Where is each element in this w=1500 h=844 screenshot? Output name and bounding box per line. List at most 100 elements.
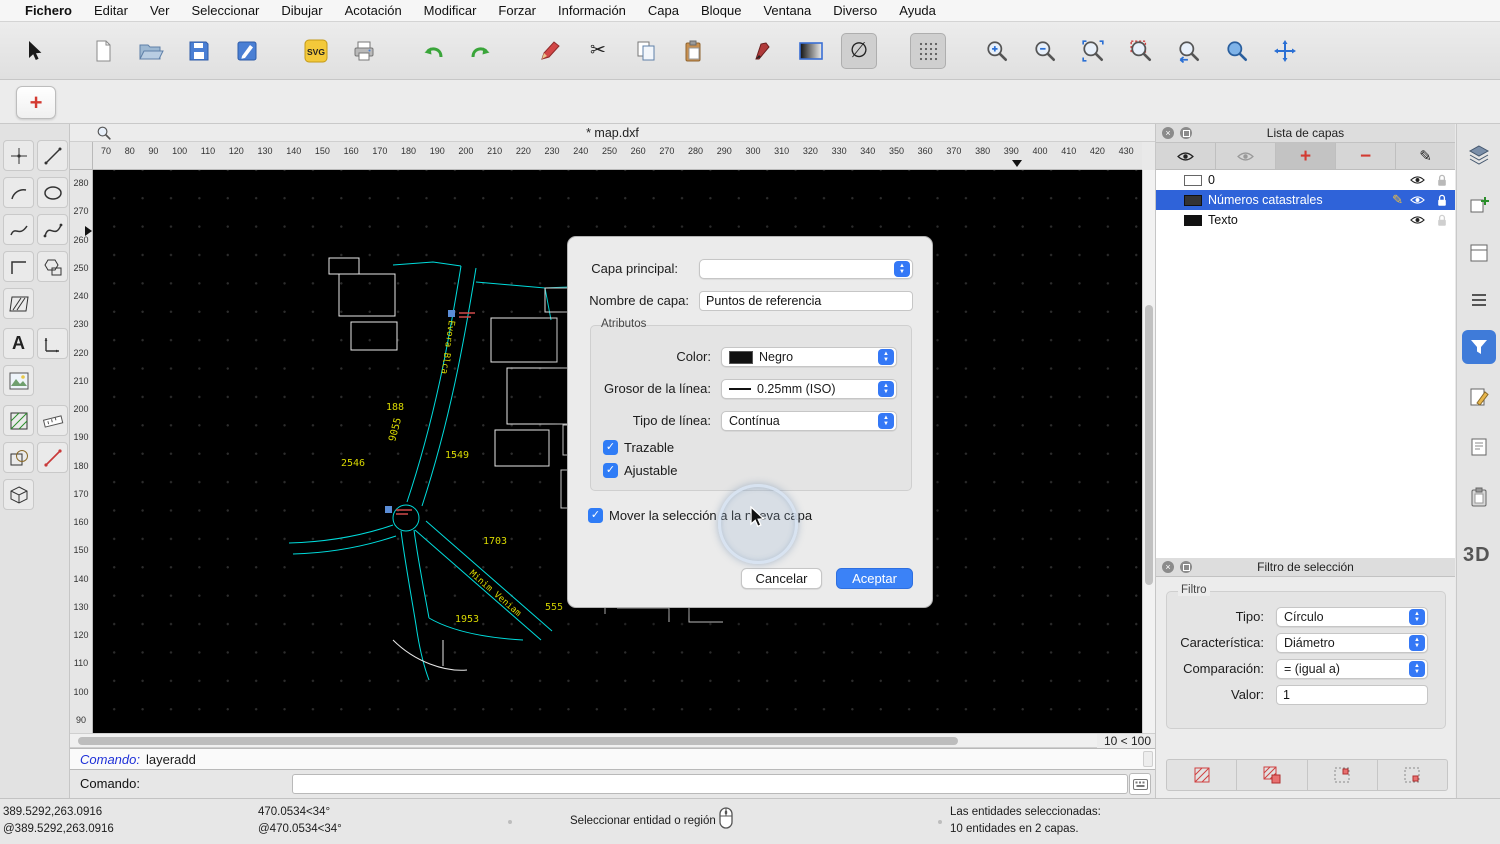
ellipse-tool[interactable] xyxy=(37,177,68,208)
filter-property-dropdown[interactable]: Diámetro ▲▼ xyxy=(1276,633,1428,653)
window-zoom-button[interactable] xyxy=(1219,33,1255,69)
filter-value-input[interactable] xyxy=(1276,685,1428,705)
menu-item[interactable]: Capa xyxy=(637,3,690,18)
layer-name-input[interactable] xyxy=(699,291,913,311)
view-list-panel-button[interactable] xyxy=(1462,236,1496,270)
text-panel-button[interactable] xyxy=(1462,430,1496,464)
redo-button[interactable] xyxy=(463,33,499,69)
command-history-scrollbar[interactable] xyxy=(1143,751,1153,767)
linetype-dropdown[interactable]: Contínua ▲▼ xyxy=(721,411,897,431)
select-tool-button[interactable] xyxy=(16,33,52,69)
layer-lock-toggle[interactable] xyxy=(1437,174,1447,187)
open-file-button[interactable] xyxy=(133,33,169,69)
ajustable-checkbox[interactable]: ✓ xyxy=(603,463,618,478)
arc-tool[interactable] xyxy=(3,177,34,208)
keyboard-toggle-button[interactable] xyxy=(1129,773,1151,795)
menu-item[interactable]: Forzar xyxy=(487,3,547,18)
menu-item[interactable]: Acotación xyxy=(334,3,413,18)
color-dropdown[interactable]: Negro ▲▼ xyxy=(721,347,897,367)
lineweight-dropdown[interactable]: 0.25mm (ISO) ▲▼ xyxy=(721,379,897,399)
undo-button[interactable] xyxy=(415,33,451,69)
pan-button[interactable] xyxy=(1267,33,1303,69)
menu-item[interactable]: Ayuda xyxy=(888,3,947,18)
layer-lock-toggle[interactable] xyxy=(1437,214,1447,227)
remove-filtered-from-selection-button[interactable] xyxy=(1378,760,1447,790)
main-layer-dropdown[interactable]: ▲▼ xyxy=(699,259,913,279)
cut-button[interactable]: ✂ xyxy=(580,33,616,69)
menu-item[interactable]: Seleccionar xyxy=(180,3,270,18)
canvas-vertical-scrollbar[interactable] xyxy=(1142,170,1155,733)
move-selection-checkbox[interactable]: ✓ xyxy=(588,508,603,523)
selection-filter-panel-button[interactable] xyxy=(1462,330,1496,364)
invert-selection-button[interactable] xyxy=(793,33,829,69)
scrollbar-thumb[interactable] xyxy=(1145,305,1153,585)
zoom-selection-button[interactable] xyxy=(1123,33,1159,69)
select-filtered-button[interactable] xyxy=(1167,760,1237,790)
spline-tool[interactable] xyxy=(37,214,68,245)
layer-lock-toggle[interactable] xyxy=(1437,194,1447,207)
cancel-button[interactable]: Cancelar xyxy=(741,568,822,589)
hide-all-layers-button[interactable] xyxy=(1216,143,1276,169)
select-filtered-window-button[interactable] xyxy=(1237,760,1307,790)
filter-comparison-dropdown[interactable]: = (igual a) ▲▼ xyxy=(1276,659,1428,679)
add-layer-button[interactable]: + xyxy=(1276,143,1336,169)
pen-tool-button[interactable] xyxy=(745,33,781,69)
menu-item[interactable]: Información xyxy=(547,3,637,18)
layer-visibility-toggle[interactable] xyxy=(1410,175,1425,185)
canvas-horizontal-scrollbar[interactable] xyxy=(70,733,1097,748)
measure-distance-tool[interactable] xyxy=(37,442,68,473)
previous-view-button[interactable] xyxy=(1171,33,1207,69)
clipboard-panel-button[interactable] xyxy=(1462,480,1496,514)
polygon-tool[interactable] xyxy=(37,251,68,282)
menu-item[interactable]: Fichero xyxy=(14,3,83,18)
text-tool[interactable]: A xyxy=(3,328,34,359)
layer-list-panel-button[interactable] xyxy=(1462,138,1496,172)
scrollbar-thumb[interactable] xyxy=(78,737,958,745)
add-layer-toolbar-button[interactable]: + xyxy=(16,86,56,119)
null-circle-button[interactable]: ∅ xyxy=(841,33,877,69)
menu-item[interactable]: Editar xyxy=(83,3,139,18)
layer-row[interactable]: Texto xyxy=(1156,210,1455,230)
menu-item[interactable]: Modificar xyxy=(413,3,488,18)
measure-tool[interactable] xyxy=(37,405,68,436)
shape-info-tool[interactable] xyxy=(3,442,34,473)
edit-layer-button[interactable]: ✎ xyxy=(1396,143,1455,169)
menu-item[interactable]: Bloque xyxy=(690,3,752,18)
drawing-preferences-button[interactable] xyxy=(229,33,265,69)
freehand-tool[interactable] xyxy=(3,214,34,245)
remove-layer-button[interactable]: − xyxy=(1336,143,1396,169)
zoom-out-button[interactable] xyxy=(1027,33,1063,69)
zoom-in-button[interactable] xyxy=(979,33,1015,69)
print-preview-button[interactable] xyxy=(346,33,382,69)
filter-type-dropdown[interactable]: Círculo ▲▼ xyxy=(1276,607,1428,627)
block-list-panel-button[interactable] xyxy=(1462,188,1496,222)
line-tool[interactable] xyxy=(37,140,68,171)
menu-item[interactable]: Diverso xyxy=(822,3,888,18)
menu-item[interactable]: Ventana xyxy=(752,3,822,18)
grid-toggle-button[interactable] xyxy=(910,33,946,69)
copy-button[interactable] xyxy=(628,33,664,69)
isometric-tool[interactable] xyxy=(3,479,34,510)
hatch-tool[interactable] xyxy=(3,288,34,319)
menu-item[interactable]: Ver xyxy=(139,3,181,18)
image-tool[interactable] xyxy=(3,365,34,396)
hatch-edit-tool[interactable] xyxy=(3,405,34,436)
svg-export-button[interactable]: SVG xyxy=(298,33,334,69)
layer-visibility-toggle[interactable] xyxy=(1410,195,1425,205)
layer-visibility-toggle[interactable] xyxy=(1410,215,1425,225)
command-input[interactable] xyxy=(292,774,1128,794)
trazable-checkbox[interactable]: ✓ xyxy=(603,440,618,455)
point-tool[interactable] xyxy=(3,140,34,171)
new-file-button[interactable] xyxy=(85,33,121,69)
menu-item[interactable]: Dibujar xyxy=(270,3,333,18)
command-list-panel-button[interactable] xyxy=(1462,284,1496,318)
auto-zoom-button[interactable] xyxy=(1075,33,1111,69)
layer-row[interactable]: 0 xyxy=(1156,170,1455,190)
accept-button[interactable]: Aceptar xyxy=(836,568,913,589)
property-editor-panel-button[interactable] xyxy=(1462,380,1496,414)
edit-entity-button[interactable] xyxy=(532,33,568,69)
show-all-layers-button[interactable] xyxy=(1156,143,1216,169)
save-button[interactable] xyxy=(181,33,217,69)
layer-row-selected[interactable]: Números catastrales ✎ xyxy=(1156,190,1455,210)
paste-button[interactable] xyxy=(676,33,712,69)
